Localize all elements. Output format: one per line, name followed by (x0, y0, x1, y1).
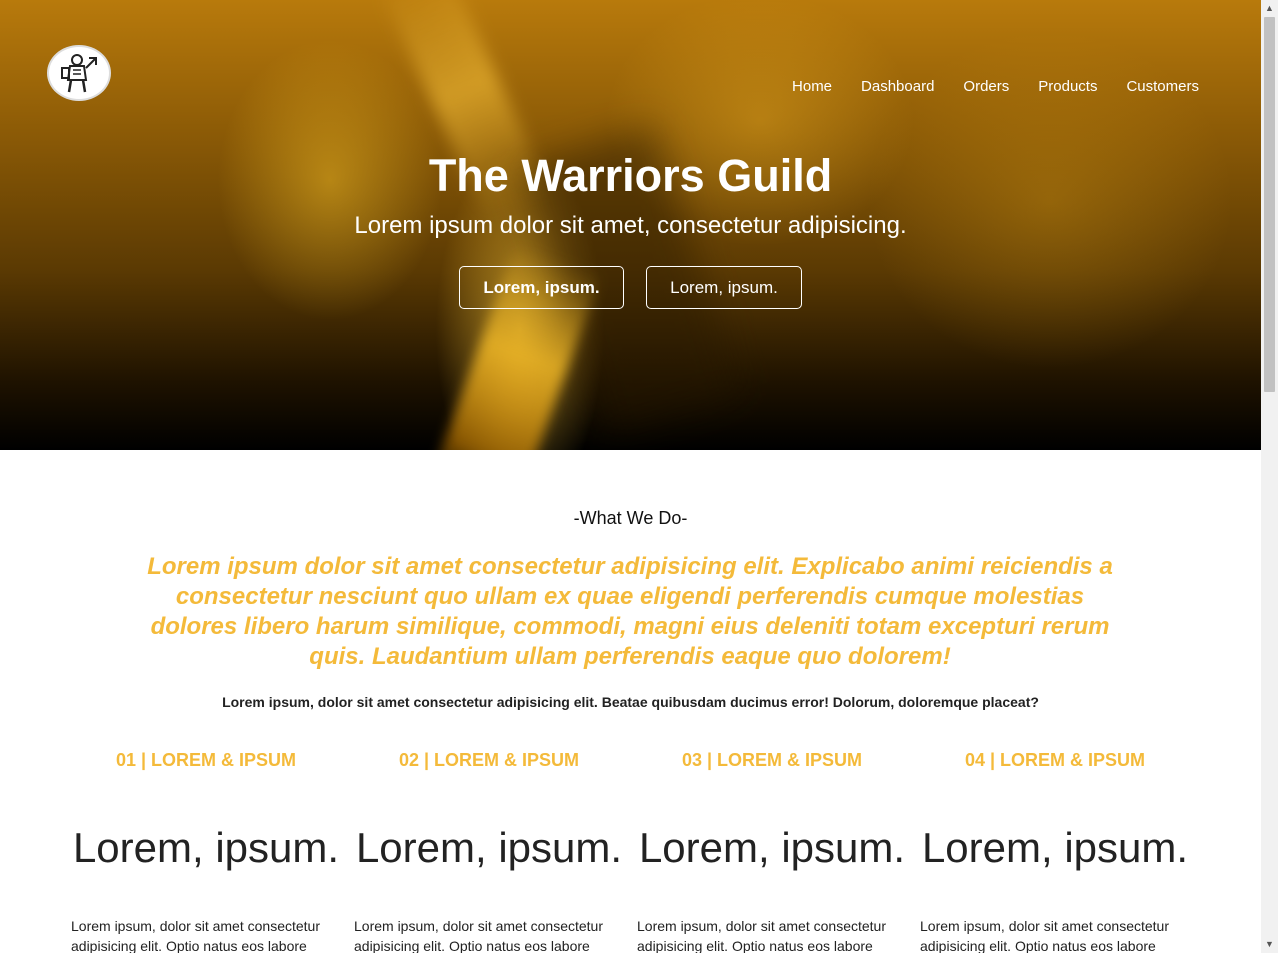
sub-text: Lorem ipsum, dolor sit amet consectetur … (222, 694, 1039, 710)
hero-secondary-button[interactable]: Lorem, ipsum. (646, 266, 802, 309)
feature-column: 04 | LOREM & IPSUM Lorem, ipsum. Lorem i… (920, 750, 1190, 953)
feature-heading: 02 | LOREM & IPSUM (398, 750, 580, 770)
hero-section: Home Dashboard Orders Products Customers… (0, 0, 1261, 450)
feature-column: 02 | LOREM & IPSUM Lorem, ipsum. Lorem i… (354, 750, 624, 953)
scroll-up-arrow-icon[interactable]: ▲ (1261, 0, 1278, 17)
feature-text: Lorem ipsum, dolor sit amet consectetur … (354, 918, 603, 953)
vertical-scrollbar[interactable]: ▲ ▼ (1261, 0, 1278, 953)
nav-dashboard[interactable]: Dashboard (861, 78, 934, 95)
feature-text: Lorem ipsum, dolor sit amet consectetur … (920, 918, 1169, 953)
feature-title: Lorem, ipsum. (638, 824, 906, 871)
nav-home[interactable]: Home (792, 78, 832, 95)
knight-logo-graphic (61, 54, 97, 93)
knight-logo-icon[interactable] (47, 45, 111, 101)
feature-column: 01 | LOREM & IPSUM Lorem, ipsum. Lorem i… (71, 750, 341, 953)
section-label: -What We Do- (573, 508, 688, 528)
feature-title: Lorem, ipsum. (921, 824, 1189, 871)
lead-text: Lorem ipsum dolor sit amet consectetur a… (147, 553, 1113, 670)
feature-text: Lorem ipsum, dolor sit amet consectetur … (637, 918, 886, 953)
nav-products[interactable]: Products (1038, 78, 1097, 95)
hero-primary-button[interactable]: Lorem, ipsum. (459, 266, 624, 309)
nav-orders[interactable]: Orders (963, 78, 1009, 95)
page: Home Dashboard Orders Products Customers… (0, 0, 1261, 953)
scroll-down-arrow-icon[interactable]: ▼ (1261, 936, 1278, 953)
feature-column: 03 | LOREM & IPSUM Lorem, ipsum. Lorem i… (637, 750, 907, 953)
feature-heading: 03 | LOREM & IPSUM (681, 750, 863, 770)
hero-subtitle: Lorem ipsum dolor sit amet, consectetur … (354, 212, 907, 239)
feature-heading: 04 | LOREM & IPSUM (964, 750, 1146, 770)
main-nav: Home Dashboard Orders Products Customers (763, 78, 1199, 95)
feature-title: Lorem, ipsum. (355, 824, 623, 871)
feature-title: Lorem, ipsum. (72, 824, 340, 871)
feature-heading: 01 | LOREM & IPSUM (115, 750, 297, 770)
nav-customers[interactable]: Customers (1126, 78, 1199, 95)
scroll-thumb[interactable] (1264, 17, 1275, 392)
feature-text: Lorem ipsum, dolor sit amet consectetur … (71, 918, 320, 953)
hero-title: The Warriors Guild (428, 150, 833, 201)
